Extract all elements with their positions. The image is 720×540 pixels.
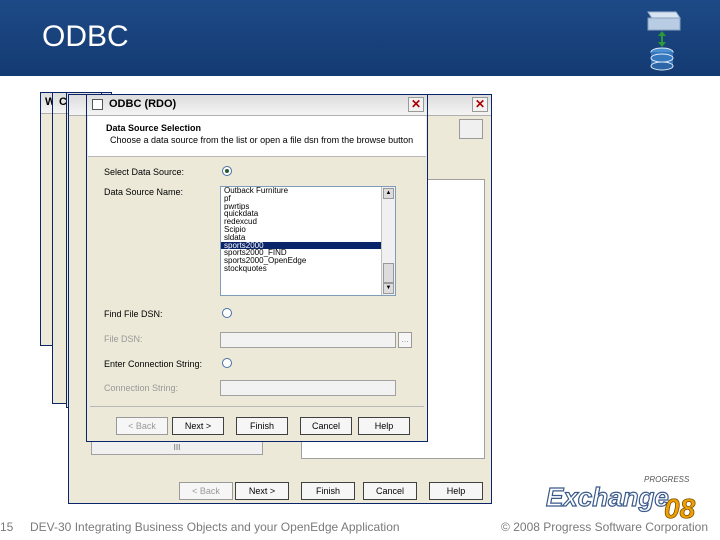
data-source-list[interactable]: Outback Furniture pf pwrtips quickdata redex… xyxy=(221,187,381,273)
dialog-heading: Data Source Selection xyxy=(106,123,202,133)
exchange-logo-graphic: PROGRESS Exchange 08 xyxy=(545,475,696,524)
dialog-titlebar: ODBC (RDO) ✕ xyxy=(87,95,427,116)
database-connection-icon xyxy=(647,11,681,71)
window-icon xyxy=(92,99,103,110)
divider xyxy=(90,406,424,407)
data-source-item[interactable]: sports2000_FIND xyxy=(221,249,381,257)
back-wizard-next-button[interactable]: Next > xyxy=(235,482,289,500)
data-source-item[interactable]: stockquotes xyxy=(221,265,381,273)
connection-string-field[interactable] xyxy=(220,380,396,396)
data-source-item[interactable]: quickdata xyxy=(221,210,381,218)
scroll-down-icon[interactable]: ▼ xyxy=(383,283,394,294)
next-button[interactable]: Next > xyxy=(172,417,224,435)
close-icon[interactable]: ✕ xyxy=(472,97,488,112)
file-dsn-field[interactable] xyxy=(220,332,396,348)
connection-string-label: Connection String: xyxy=(104,383,179,393)
data-source-item[interactable]: sports2000_OpenEdge xyxy=(221,257,381,265)
finish-button[interactable]: Finish xyxy=(236,417,288,435)
enter-connection-string-radio[interactable] xyxy=(222,358,232,368)
data-source-listbox[interactable]: Outback Furniture pf pwrtips quickdata redex… xyxy=(220,186,396,296)
find-file-dsn-label: Find File DSN: xyxy=(104,309,163,319)
back-wizard-help-button[interactable]: Help xyxy=(429,482,483,500)
back-wizard-cancel-button[interactable]: Cancel xyxy=(363,482,417,500)
data-source-item[interactable]: pf xyxy=(221,195,381,203)
slide-number: 15 xyxy=(0,520,14,534)
svg-text:08: 08 xyxy=(664,493,696,520)
dialog-title: ODBC (RDO) xyxy=(109,98,177,110)
slide-title: ODBC xyxy=(42,20,129,53)
data-source-item[interactable]: pwrtips xyxy=(221,203,381,211)
scroll-up-icon[interactable]: ▲ xyxy=(383,188,394,199)
back-button[interactable]: < Back xyxy=(116,417,168,435)
enter-connection-string-label: Enter Connection String: xyxy=(104,359,203,369)
cancel-button[interactable]: Cancel xyxy=(300,417,352,435)
scroll-thumb[interactable] xyxy=(383,263,394,283)
data-source-item[interactable]: redexcud xyxy=(221,218,381,226)
back-wizard-finish-button[interactable]: Finish xyxy=(301,482,355,500)
copyright-text: © 2008 Progress Software Corporation xyxy=(501,520,708,534)
find-file-dsn-radio[interactable] xyxy=(222,308,232,318)
wizard-graphic-icon xyxy=(459,119,483,139)
footer-text: DEV-30 Integrating Business Objects and … xyxy=(30,520,400,534)
data-source-item[interactable]: Scipio xyxy=(221,226,381,234)
help-button[interactable]: Help xyxy=(358,417,410,435)
listbox-scrollbar[interactable]: ▲ ▼ xyxy=(381,187,395,295)
data-source-item[interactable]: sports2000 xyxy=(221,241,381,250)
close-icon[interactable]: ✕ xyxy=(408,97,424,112)
horizontal-scrollbar[interactable]: III xyxy=(91,441,263,455)
file-dsn-label: File DSN: xyxy=(104,334,143,344)
dialog-header-panel: Data Source Selection Choose a data sour… xyxy=(88,116,426,157)
progress-exchange-logo: PROGRESS Exchange 08 xyxy=(544,472,704,524)
select-data-source-label: Select Data Source: xyxy=(104,167,185,177)
slide-header: ODBC xyxy=(0,0,720,76)
data-source-item[interactable]: Outback Furniture xyxy=(221,187,381,195)
data-source-item[interactable]: sldata xyxy=(221,234,381,242)
data-source-name-label: Data Source Name: xyxy=(104,187,184,197)
select-data-source-radio[interactable] xyxy=(222,166,232,176)
svg-text:Exchange: Exchange xyxy=(546,482,669,512)
dialog-subheading: Choose a data source from the list or op… xyxy=(110,135,414,145)
browse-button[interactable]: ... xyxy=(398,332,412,348)
back-wizard-back-button[interactable]: < Back xyxy=(179,482,233,500)
